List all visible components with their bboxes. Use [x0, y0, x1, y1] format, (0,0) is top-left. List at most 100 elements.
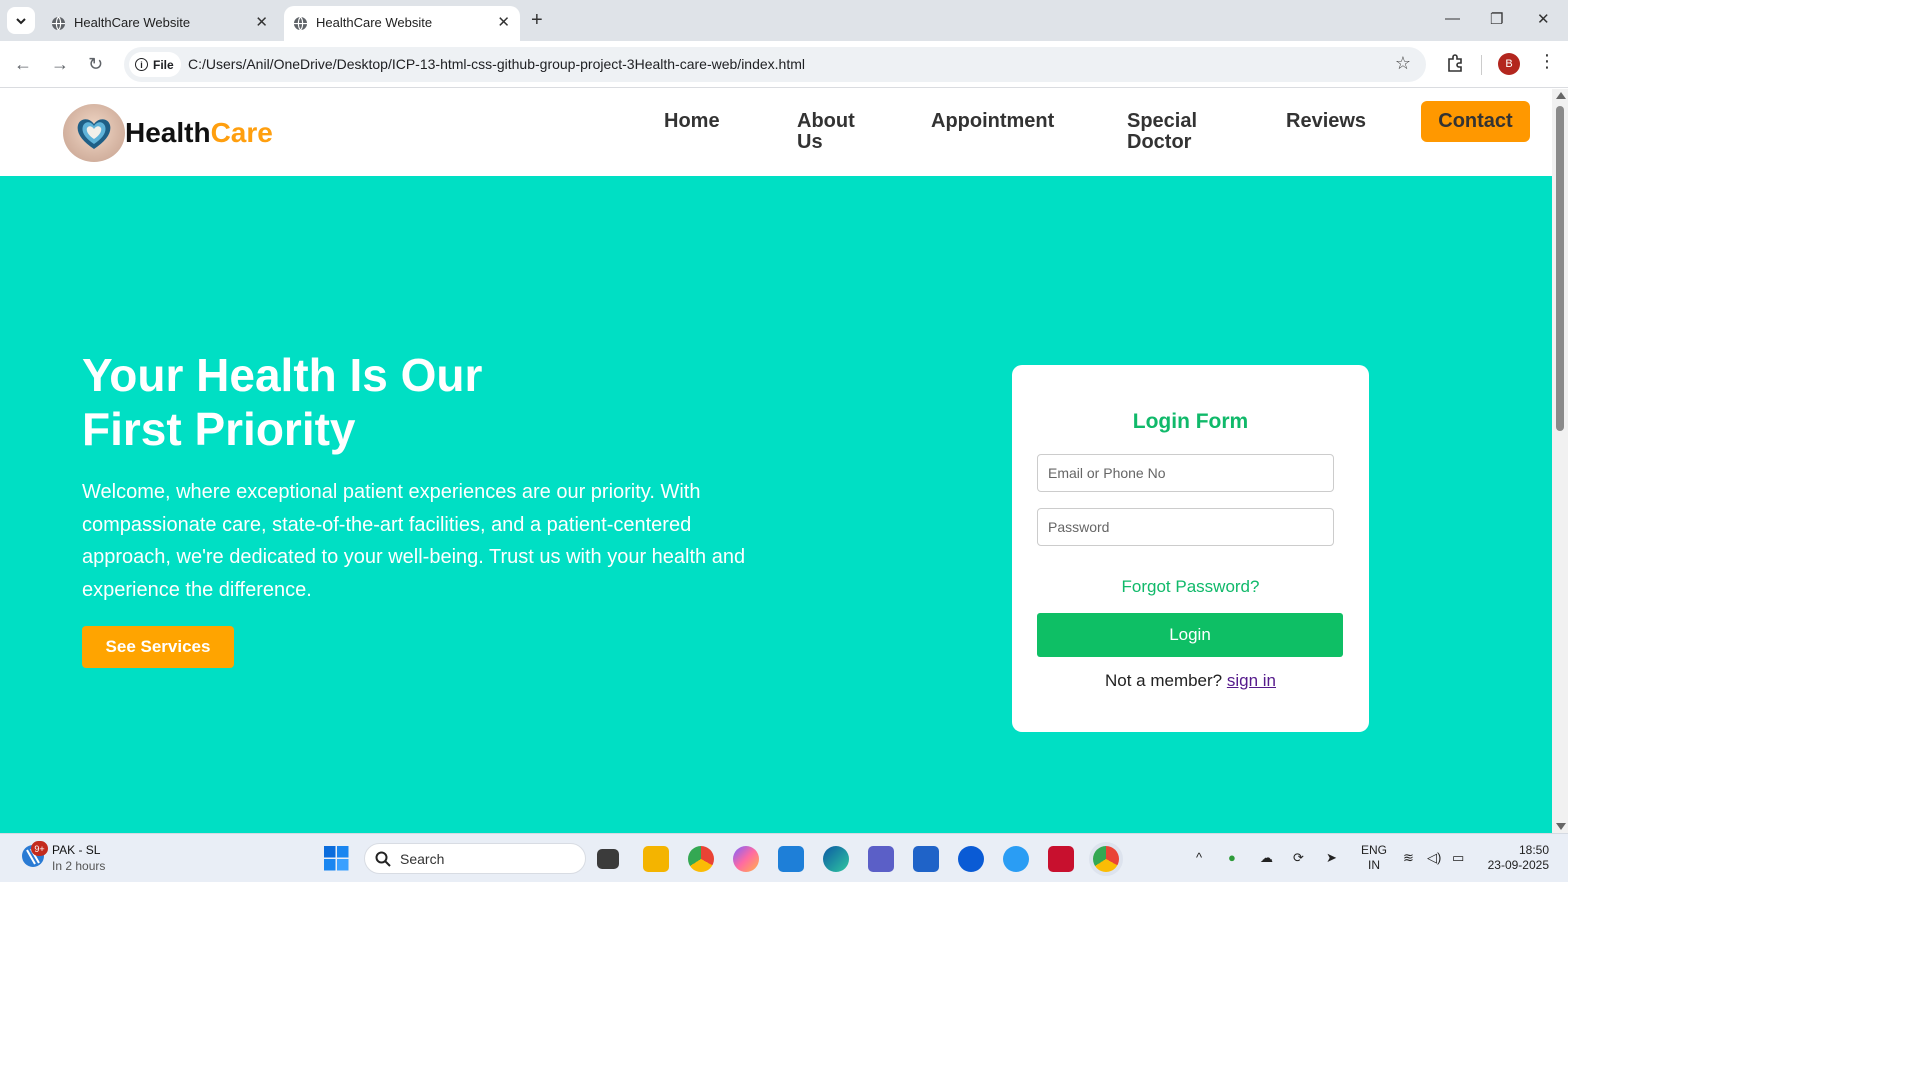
- clock[interactable]: 18:50 23-09-2025: [1484, 843, 1549, 873]
- hero-title-line2: First Priority: [82, 403, 356, 455]
- browser-tab[interactable]: HealthCare Website ✕: [42, 6, 278, 41]
- email-input[interactable]: Email or Phone No: [1037, 454, 1334, 492]
- task-view-icon[interactable]: [597, 849, 619, 869]
- edge-icon[interactable]: [823, 846, 849, 872]
- teams-icon[interactable]: [868, 846, 894, 872]
- hero-title: Your Health Is Our First Priority: [82, 348, 602, 456]
- url-text[interactable]: C:/Users/Anil/OneDrive/Desktop/ICP-13-ht…: [188, 56, 805, 72]
- back-icon[interactable]: ←: [14, 54, 32, 75]
- page-scrollbar[interactable]: [1552, 89, 1568, 833]
- forward-icon[interactable]: →: [51, 54, 69, 75]
- file-explorer-icon[interactable]: [643, 846, 669, 872]
- bookmark-star-icon[interactable]: ☆: [1395, 53, 1411, 74]
- contact-button[interactable]: Contact: [1421, 101, 1530, 142]
- restore-icon[interactable]: ❐: [1490, 10, 1503, 28]
- volume-icon[interactable]: ◁): [1427, 850, 1441, 866]
- minimize-icon[interactable]: —: [1445, 10, 1460, 27]
- browser-toolbar: ← → ↻ i File C:/Users/Anil/OneDrive/Desk…: [0, 41, 1568, 88]
- hero-description: Welcome, where exceptional patient exper…: [82, 481, 746, 601]
- member-prompt: Not a member? sign in: [1012, 671, 1369, 691]
- chrome-active-icon[interactable]: [1093, 846, 1119, 872]
- nav-special-line1: Special: [1127, 110, 1198, 132]
- weather-badge: 9+: [31, 841, 48, 856]
- logo-text-part2: Care: [210, 117, 273, 148]
- windows-taskbar: 9+ PAK - SL In 2 hours Search ^ ● ☁ ⟳ ➤ …: [0, 833, 1568, 882]
- wifi-icon[interactable]: ≋: [1403, 850, 1414, 866]
- email-placeholder: Email or Phone No: [1048, 465, 1166, 481]
- extensions-icon[interactable]: [1445, 53, 1465, 73]
- tray-overflow-icon[interactable]: ^: [1196, 850, 1202, 865]
- clock-time: 18:50: [1518, 843, 1549, 857]
- lang-line1: ENG: [1361, 843, 1388, 857]
- login-title: Login Form: [1132, 410, 1249, 433]
- profile-avatar[interactable]: B: [1498, 53, 1520, 75]
- login-button[interactable]: Login: [1037, 613, 1343, 657]
- site-info-chip[interactable]: i File: [129, 52, 181, 77]
- nav-appointment[interactable]: Appointment: [931, 111, 1054, 132]
- scrollbar-thumb[interactable]: [1556, 106, 1564, 431]
- weather-subtitle: In 2 hours: [52, 859, 106, 873]
- menu-kebab-icon[interactable]: ⋮: [1538, 51, 1556, 72]
- mcafee-icon[interactable]: [1048, 846, 1074, 872]
- nav-home[interactable]: Home: [664, 111, 720, 132]
- toolbar-divider: [1481, 55, 1482, 75]
- site-header: HealthCare Home About Us Appointment Spec…: [0, 89, 1552, 176]
- chip-label: File: [153, 57, 174, 72]
- nav-about-line1: About: [797, 110, 855, 132]
- nav-special-line2: Doctor: [1127, 131, 1192, 153]
- windows-start-icon[interactable]: [324, 846, 349, 871]
- sign-in-link[interactable]: sign in: [1227, 671, 1276, 690]
- clock-date: 23-09-2025: [1487, 858, 1549, 872]
- see-services-button[interactable]: See Services: [82, 626, 234, 668]
- search-label: Search: [400, 851, 445, 867]
- close-window-icon[interactable]: ✕: [1537, 10, 1550, 28]
- vscode-icon[interactable]: [778, 846, 804, 872]
- address-bar[interactable]: i File C:/Users/Anil/OneDrive/Desktop/IC…: [124, 47, 1426, 82]
- globe-icon: [51, 16, 66, 31]
- scroll-down-arrow-icon[interactable]: [1556, 823, 1566, 830]
- location-icon[interactable]: ➤: [1326, 850, 1337, 866]
- nav-about[interactable]: About Us: [797, 111, 855, 153]
- member-text: Not a member?: [1104, 671, 1223, 690]
- copilot-icon[interactable]: [733, 846, 759, 872]
- tab-bar: HealthCare Website ✕ HealthCare Website …: [0, 0, 1568, 41]
- reload-icon[interactable]: ↻: [88, 54, 103, 75]
- password-input[interactable]: Password: [1037, 508, 1334, 546]
- search-icon: [375, 851, 391, 867]
- hero-section: Your Health Is Our First Priority Welcome…: [0, 176, 1552, 833]
- hp-icon[interactable]: [958, 846, 984, 872]
- new-tab-button[interactable]: +: [531, 9, 543, 32]
- sync-icon[interactable]: ⟳: [1293, 850, 1304, 866]
- scroll-up-arrow-icon[interactable]: [1556, 92, 1566, 99]
- tab-search-button[interactable]: [7, 7, 35, 34]
- forgot-password-link[interactable]: Forgot Password?: [1012, 577, 1369, 597]
- hero-title-line1: Your Health Is Our: [82, 349, 483, 401]
- globe-icon: [293, 16, 308, 31]
- nav-reviews[interactable]: Reviews: [1286, 111, 1366, 132]
- chrome-icon[interactable]: [688, 846, 714, 872]
- tab-title: HealthCare Website: [316, 15, 433, 30]
- close-tab-icon[interactable]: ✕: [497, 13, 510, 31]
- help-icon[interactable]: [1003, 846, 1029, 872]
- page-viewport: HealthCare Home About Us Appointment Spec…: [0, 89, 1552, 833]
- logo-text[interactable]: HealthCare: [125, 117, 273, 149]
- browser-tab-active[interactable]: HealthCare Website ✕: [284, 6, 520, 41]
- battery-icon[interactable]: ▭: [1452, 850, 1464, 866]
- onedrive-icon[interactable]: ☁: [1260, 850, 1273, 866]
- chevron-down-icon: [16, 17, 26, 24]
- close-tab-icon[interactable]: ✕: [255, 13, 268, 31]
- nav-special-doctor[interactable]: Special Doctor: [1127, 111, 1197, 153]
- language-indicator[interactable]: ENG IN: [1361, 843, 1387, 873]
- login-form: Login Form Email or Phone No Password Fo…: [1012, 365, 1369, 732]
- lang-line2: IN: [1368, 858, 1380, 872]
- nav-about-line2: Us: [797, 131, 823, 153]
- weather-widget[interactable]: 9+ PAK - SL In 2 hours: [20, 841, 105, 873]
- taskbar-search[interactable]: Search: [364, 843, 586, 874]
- info-icon: i: [135, 58, 148, 71]
- logo-text-part1: Health: [125, 117, 211, 148]
- logo-heart-icon: [63, 104, 125, 162]
- store-icon[interactable]: [913, 846, 939, 872]
- password-placeholder: Password: [1048, 519, 1110, 535]
- weather-title: PAK - SL: [52, 843, 101, 857]
- tray-plus-icon[interactable]: ●: [1228, 850, 1236, 865]
